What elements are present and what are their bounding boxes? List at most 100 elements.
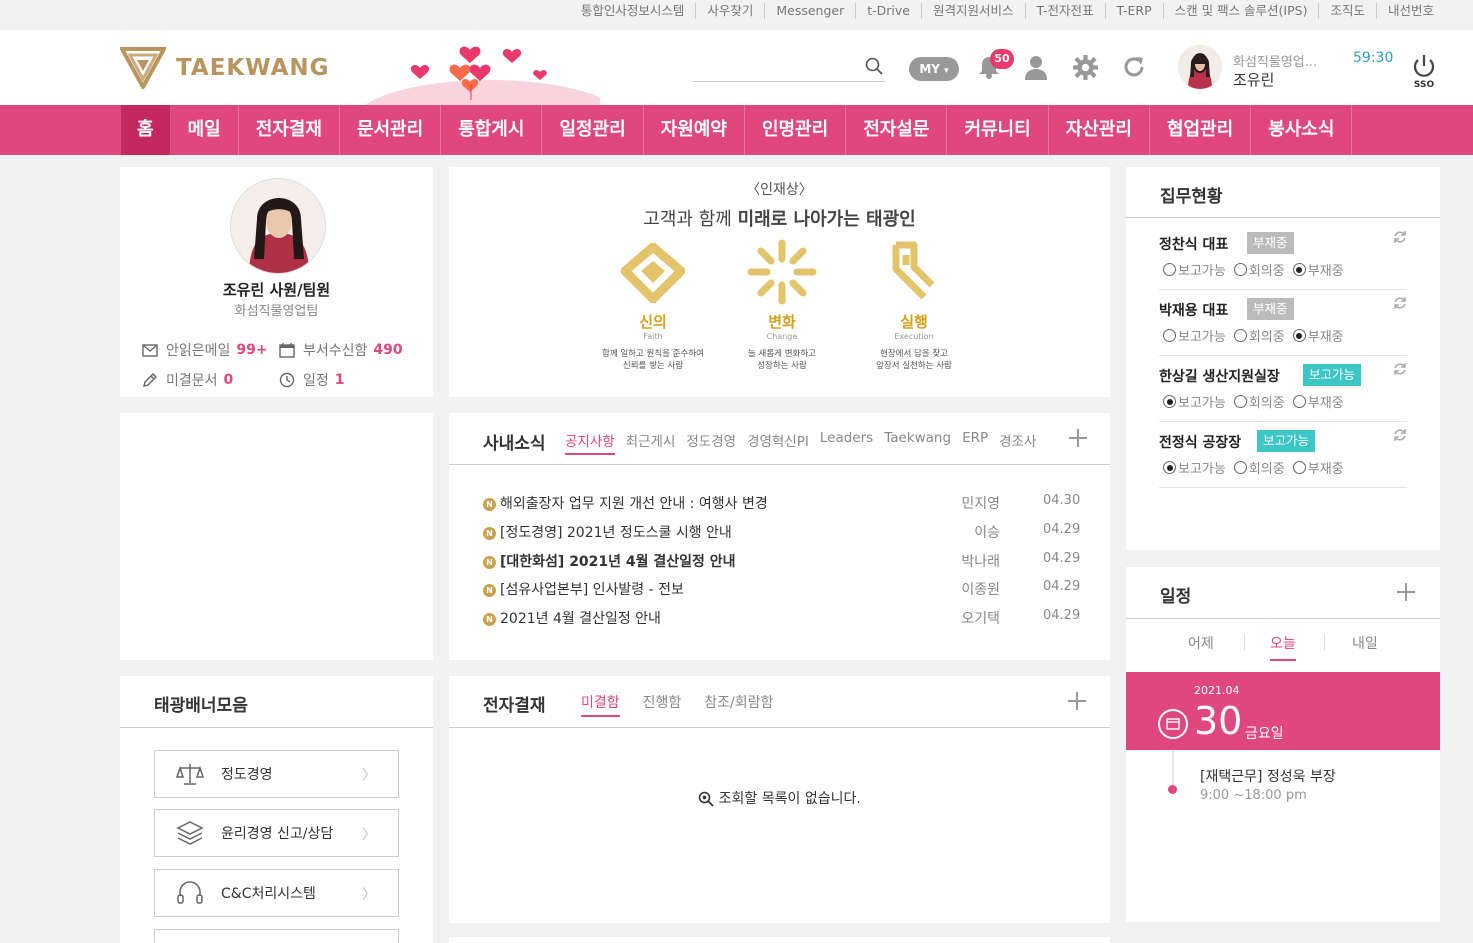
util-link-messenger[interactable]: Messenger	[764, 3, 855, 19]
tab-ethics[interactable]: 정도경영	[686, 430, 736, 455]
search-box[interactable]	[693, 52, 885, 82]
dept-inbox-stat[interactable]: 부서수신함 490	[279, 340, 403, 360]
status-radio-option[interactable]: 부재중	[1292, 260, 1344, 279]
cc-system-banner-button[interactable]: C&C처리시스템 〉	[154, 869, 399, 917]
gear-icon[interactable]	[1072, 54, 1099, 85]
event-title[interactable]: [재택근무] 정성욱 부장	[1200, 766, 1336, 786]
ethics-report-banner-button[interactable]: 윤리경영 신고/상담 〉	[154, 809, 399, 857]
news-item-title[interactable]: [정도경영] 2021년 정도스쿨 시행 안내	[500, 525, 732, 541]
tab-notice[interactable]: 공지사항	[565, 430, 615, 455]
nav-directory[interactable]: 인명관리	[745, 105, 847, 155]
tab-in-progress[interactable]: 진행함	[643, 692, 682, 717]
schedule-panel: 일정 어제 오늘 내일 2021.04 30 금요일 [재택근무] 정성욱 부장…	[1126, 567, 1440, 922]
tab-yesterday[interactable]: 어제	[1188, 633, 1214, 653]
radio-button[interactable]	[1163, 329, 1176, 342]
radio-button[interactable]	[1163, 263, 1176, 276]
status-radio-option[interactable]: 보고가능	[1163, 458, 1226, 477]
approval-more-plus-icon[interactable]	[1068, 692, 1086, 710]
status-radio-option[interactable]: 회의중	[1233, 392, 1285, 411]
user-icon[interactable]	[1023, 54, 1049, 84]
table-row[interactable]: N 2021년 4월 결산일정 안내 오기택 04.29	[483, 608, 1083, 628]
util-link-people[interactable]: 사우찾기	[695, 3, 764, 19]
news-item-title[interactable]: 2021년 4월 결산일정 안내	[500, 611, 661, 627]
status-radio-option[interactable]: 보고가능	[1163, 260, 1226, 279]
tab-innovation[interactable]: 경영혁신PI	[747, 430, 809, 455]
radio-button[interactable]	[1233, 461, 1247, 474]
ethics-banner-button[interactable]: 정도경영 〉	[154, 750, 399, 798]
schedule-add-plus-icon[interactable]	[1397, 583, 1415, 601]
executive-name: 전정식 공장장	[1159, 435, 1242, 451]
unread-mail-stat[interactable]: 안읽은메일 99+	[142, 340, 268, 360]
avatar[interactable]	[1178, 45, 1222, 89]
nav-approval[interactable]: 전자결재	[239, 105, 340, 155]
nav-collab[interactable]: 협업관리	[1150, 105, 1252, 155]
nav-survey[interactable]: 전자설문	[846, 105, 948, 155]
search-input[interactable]	[693, 52, 853, 80]
pending-docs-stat[interactable]: 미결문서 0	[142, 370, 233, 390]
table-row[interactable]: N [대한화섬] 2021년 4월 결산일정 안내 박나래 04.29	[483, 551, 1083, 571]
news-item-title[interactable]: [대한화섬] 2021년 4월 결산일정 안내	[500, 554, 736, 570]
radio-button[interactable]	[1292, 329, 1306, 342]
nav-community[interactable]: 커뮤니티	[947, 105, 1049, 155]
banner-item-partial[interactable]	[154, 929, 399, 943]
tab-family-events[interactable]: 경조사	[999, 430, 1036, 455]
util-link-scan[interactable]: 스캔 및 팩스 솔루션(IPS)	[1162, 3, 1319, 19]
radio-button[interactable]	[1292, 263, 1306, 276]
refresh-icon[interactable]	[1121, 54, 1147, 84]
nav-board[interactable]: 통합게시	[441, 105, 543, 155]
table-row[interactable]: N [정도경영] 2021년 정도스쿨 시행 안내 이승 04.29	[483, 522, 1083, 542]
util-link-ext[interactable]: 내선번호	[1375, 3, 1445, 19]
util-link-hr[interactable]: 통합인사정보시스템	[570, 3, 696, 19]
tab-taekwang[interactable]: Taekwang	[884, 430, 951, 455]
radio-button[interactable]	[1233, 395, 1247, 408]
news-more-plus-icon[interactable]	[1069, 429, 1087, 447]
news-item-title[interactable]: 해외출장자 업무 지원 개선 안내 : 여행사 변경	[500, 496, 768, 512]
my-menu-button[interactable]: MY ▾	[909, 57, 959, 81]
status-radio-option[interactable]: 부재중	[1292, 392, 1344, 411]
tab-pending[interactable]: 미결함	[581, 692, 620, 717]
refresh-icon[interactable]	[1392, 427, 1408, 447]
table-row[interactable]: N [섬유사업본부] 인사발령 - 전보 이종원 04.29	[483, 579, 1083, 599]
status-radio-option[interactable]: 보고가능	[1163, 392, 1226, 411]
status-radio-option[interactable]: 회의중	[1233, 326, 1285, 345]
nav-schedule[interactable]: 일정관리	[542, 105, 644, 155]
refresh-icon[interactable]	[1392, 361, 1408, 381]
nav-assets[interactable]: 자산관리	[1049, 105, 1150, 155]
radio-button[interactable]	[1163, 461, 1176, 474]
radio-button[interactable]	[1233, 329, 1247, 342]
radio-button[interactable]	[1292, 461, 1306, 474]
status-radio-option[interactable]: 부재중	[1292, 458, 1344, 477]
sso-button[interactable]: SSO	[1408, 54, 1440, 90]
nav-mail[interactable]: 메일	[171, 105, 239, 155]
schedule-stat[interactable]: 일정 1	[279, 370, 345, 390]
refresh-icon[interactable]	[1392, 295, 1408, 315]
tab-recent[interactable]: 최근게시	[626, 430, 676, 455]
status-radio-option[interactable]: 보고가능	[1163, 326, 1226, 345]
logo[interactable]: TAEKWANG	[120, 47, 330, 89]
tab-reference[interactable]: 참조/회람함	[704, 692, 773, 717]
util-link-org[interactable]: 조직도	[1318, 3, 1376, 19]
radio-button[interactable]	[1163, 395, 1176, 408]
nav-documents[interactable]: 문서관리	[340, 105, 442, 155]
talent-banner[interactable]: 〈인재상〉 고객과 함께 미래로 나아가는 태광인 신의 Faith 함께 일하…	[449, 167, 1110, 397]
table-row[interactable]: N 해외출장자 업무 지원 개선 안내 : 여행사 변경 민지영 04.30	[483, 493, 1083, 513]
nav-volunteer[interactable]: 봉사소식	[1251, 105, 1353, 155]
nav-home[interactable]: 홈	[121, 105, 171, 155]
news-item-title[interactable]: [섬유사업본부] 인사발령 - 전보	[500, 582, 684, 598]
status-radio-option[interactable]: 부재중	[1292, 326, 1344, 345]
radio-button[interactable]	[1292, 395, 1306, 408]
util-link-tdrive[interactable]: t-Drive	[855, 3, 921, 19]
refresh-icon[interactable]	[1392, 229, 1408, 249]
radio-button[interactable]	[1233, 263, 1247, 276]
status-radio-option[interactable]: 회의중	[1233, 260, 1285, 279]
tab-leaders[interactable]: Leaders	[820, 430, 873, 455]
nav-resource[interactable]: 자원예약	[644, 105, 745, 155]
util-link-voucher[interactable]: T-전자전표	[1024, 3, 1105, 19]
tab-erp[interactable]: ERP	[962, 430, 988, 455]
status-radio-option[interactable]: 회의중	[1233, 458, 1285, 477]
tab-tomorrow[interactable]: 내일	[1352, 633, 1378, 653]
search-icon[interactable]	[865, 57, 883, 79]
util-link-remote[interactable]: 원격지원서비스	[920, 3, 1025, 19]
tab-today[interactable]: 오늘	[1270, 633, 1296, 661]
util-link-erp[interactable]: T-ERP	[1104, 3, 1163, 19]
